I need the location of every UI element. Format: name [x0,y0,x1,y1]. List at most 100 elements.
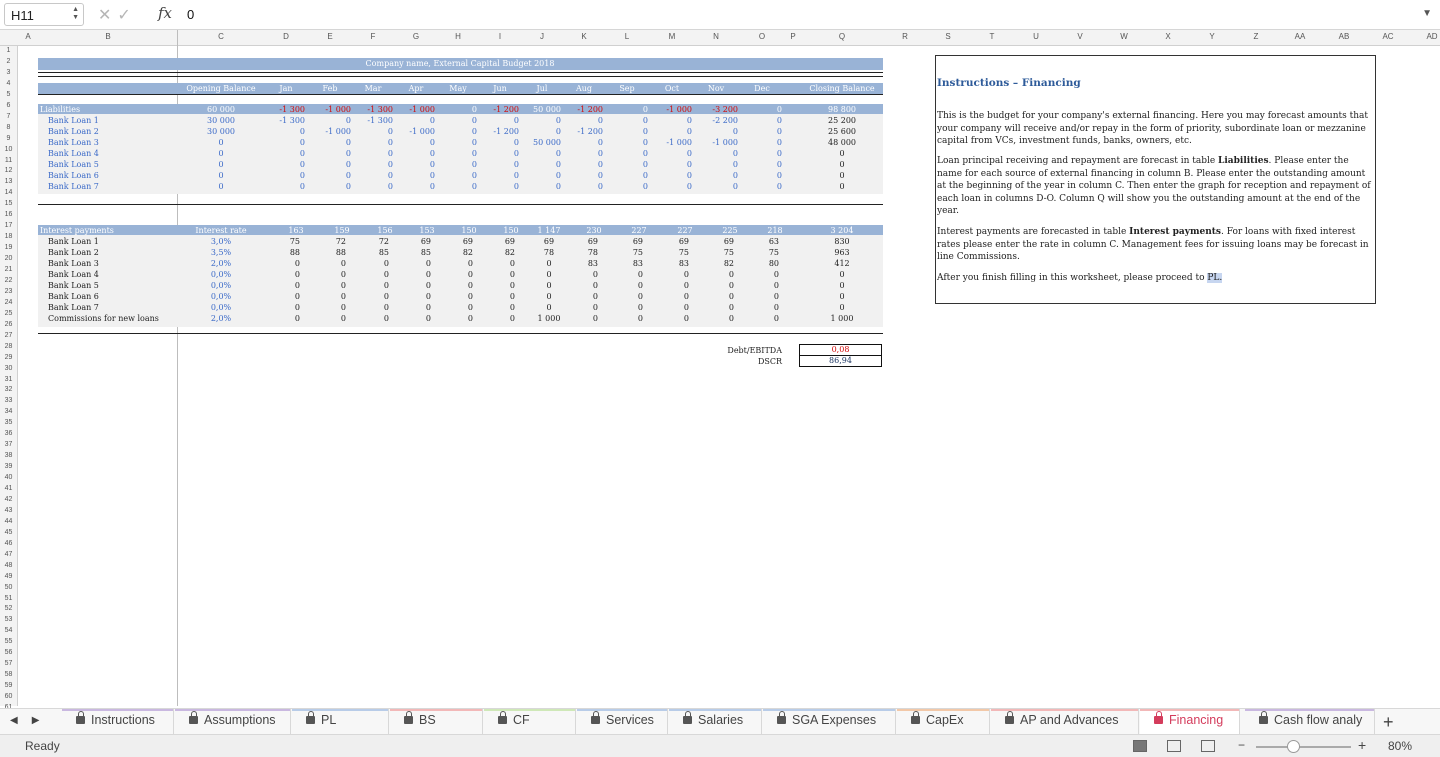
interest-row-name[interactable]: Bank Loan 5 [48,281,99,291]
monthly-value[interactable]: 0 [556,160,561,170]
monthly-value[interactable]: 0 [346,149,351,159]
column-title[interactable]: Jan [279,84,292,94]
row-header[interactable]: 23 [0,288,17,295]
row-header[interactable]: 12 [0,167,17,174]
row-header[interactable]: 45 [0,529,17,536]
interest-value[interactable]: 0 [384,259,389,269]
monthly-value[interactable]: 0 [643,171,648,181]
interest-rate[interactable]: 2,0% [211,259,231,269]
interest-value[interactable]: 0 [593,281,598,291]
interest-value[interactable]: 0 [341,314,346,324]
closing-balance[interactable]: 48 000 [828,138,856,148]
interest-row-name[interactable]: Bank Loan 1 [48,237,99,247]
interest-value[interactable]: 0 [593,314,598,324]
interest-rate-label[interactable]: Interest rate [195,226,246,236]
interest-value[interactable]: 0 [510,259,515,269]
column-header[interactable]: M [669,32,676,41]
row-header[interactable]: 60 [0,693,17,700]
interest-closing[interactable]: 0 [839,270,844,280]
interest-rate[interactable]: 2,0% [211,314,231,324]
interest-row-name[interactable]: Bank Loan 3 [48,259,99,269]
monthly-value[interactable]: 0 [598,182,603,192]
interest-value[interactable]: 82 [505,248,515,258]
row-header[interactable]: 31 [0,376,17,383]
column-header[interactable]: Z [1254,32,1259,41]
interest-value[interactable]: 0 [341,259,346,269]
row-header[interactable]: 55 [0,638,17,645]
interest-value[interactable]: 0 [510,281,515,291]
row-header[interactable]: 27 [0,332,17,339]
row-header[interactable]: 44 [0,518,17,525]
row-header[interactable]: 1 [0,47,17,54]
interest-value[interactable]: 0 [426,314,431,324]
interest-value[interactable]: 0 [546,303,551,313]
instructions-textbox[interactable]: Instructions – Financing This is the bud… [935,55,1376,304]
column-header[interactable]: A [25,32,30,41]
normal-view-icon[interactable] [1133,740,1147,752]
interest-value[interactable]: 0 [774,303,779,313]
column-header[interactable]: R [902,32,908,41]
monthly-value[interactable]: 0 [777,160,782,170]
page-break-view-icon[interactable] [1201,740,1215,752]
monthly-value[interactable]: 0 [388,171,393,181]
loan-name[interactable]: Bank Loan 2 [48,127,99,137]
column-header[interactable]: Y [1209,32,1214,41]
column-title[interactable]: Mar [365,84,382,94]
tab-scroll-left-icon[interactable]: ◀ [10,715,32,726]
interest-closing[interactable]: 830 [834,237,849,247]
loan-name[interactable]: Bank Loan 6 [48,171,99,181]
row-header[interactable]: 33 [0,397,17,404]
row-header[interactable]: 15 [0,200,17,207]
row-header[interactable]: 7 [0,113,17,120]
monthly-value[interactable]: 0 [643,116,648,126]
closing-balance[interactable]: 0 [839,160,844,170]
row-header[interactable]: 28 [0,343,17,350]
monthly-value[interactable]: 0 [430,171,435,181]
column-header[interactable]: C [218,32,224,41]
interest-value[interactable]: 0 [426,270,431,280]
interest-total[interactable]: 150 [461,226,476,236]
interest-value[interactable]: 78 [588,248,598,258]
monthly-value[interactable]: 0 [777,127,782,137]
interest-value[interactable]: 85 [379,248,389,258]
column-header[interactable]: AC [1382,32,1393,41]
interest-value[interactable]: 0 [295,281,300,291]
monthly-value[interactable]: -2 200 [712,116,738,126]
column-header[interactable]: V [1077,32,1082,41]
interest-row-name[interactable]: Commissions for new loans [48,314,159,324]
monthly-value[interactable]: 0 [514,182,519,192]
interest-value[interactable]: 0 [510,303,515,313]
opening-balance[interactable]: 0 [218,160,223,170]
row-header[interactable]: 11 [0,157,17,164]
interest-value[interactable]: 0 [384,292,389,302]
row-header[interactable]: 13 [0,178,17,185]
monthly-value[interactable]: 0 [643,160,648,170]
tab-ap-and-advances[interactable]: AP and Advances [991,709,1139,735]
tab-capex[interactable]: CapEx [897,709,990,735]
monthly-value[interactable]: 0 [430,149,435,159]
row-header[interactable]: 17 [0,222,17,229]
row-header[interactable]: 36 [0,430,17,437]
column-header[interactable]: F [371,32,376,41]
interest-value[interactable]: 72 [336,237,346,247]
interest-value[interactable]: 0 [638,292,643,302]
row-header[interactable]: 30 [0,365,17,372]
interest-total[interactable]: 153 [419,226,434,236]
liabilities-total[interactable]: -1 000 [325,105,351,115]
opening-balance[interactable]: 30 000 [207,116,235,126]
interest-value[interactable]: 0 [593,292,598,302]
monthly-value[interactable]: -1 300 [279,116,305,126]
interest-total[interactable]: 159 [334,226,349,236]
monthly-value[interactable]: 0 [598,116,603,126]
monthly-value[interactable]: 0 [687,127,692,137]
row-header[interactable]: 41 [0,485,17,492]
liabilities-total[interactable]: 60 000 [207,105,235,115]
monthly-value[interactable]: 0 [472,138,477,148]
interest-value[interactable]: 0 [729,292,734,302]
monthly-value[interactable]: 0 [556,149,561,159]
monthly-value[interactable]: 0 [472,182,477,192]
interest-rate[interactable]: 0,0% [211,292,231,302]
column-header[interactable]: Q [839,32,845,41]
interest-value[interactable]: 75 [290,237,300,247]
interest-total[interactable]: 230 [586,226,601,236]
